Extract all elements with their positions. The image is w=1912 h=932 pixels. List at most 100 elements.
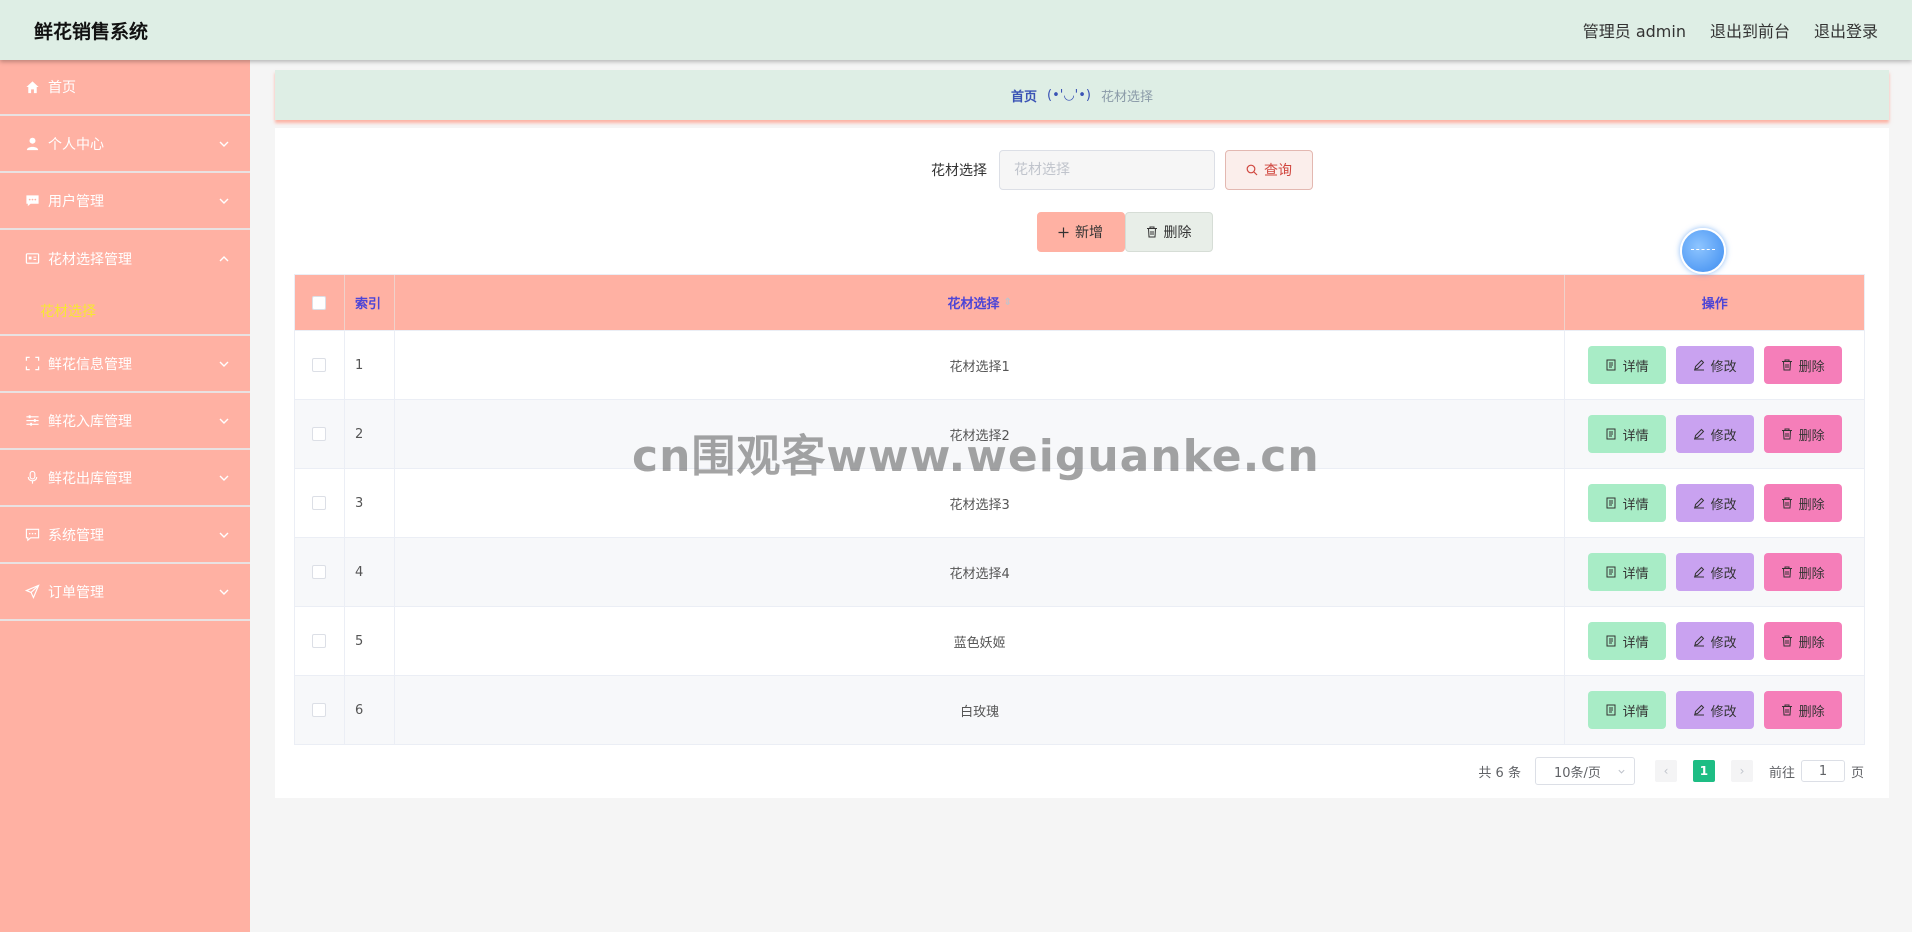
search-icon [1246,164,1258,176]
detail-button[interactable]: 详情 [1587,553,1666,591]
column-header-name[interactable]: 花材选择 ⇕ [395,275,1566,330]
detail-button[interactable]: 详情 [1587,346,1666,384]
row-index: 2 [345,400,395,468]
floating-assistant-button[interactable] [1680,228,1726,274]
add-button[interactable]: 新增 [1036,212,1125,252]
sidebar-item-label: 鲜花出库管理 [48,470,132,487]
card-icon [24,251,40,267]
edit-icon [1693,566,1704,578]
sidebar-item-label: 首页 [48,80,76,96]
microphone-icon [24,470,40,486]
batch-delete-button-label: 删除 [1163,225,1192,241]
trash-icon [1146,226,1157,238]
sidebar-subitem-flower-material[interactable]: 花材选择 [0,287,250,336]
sidebar-item-label: 花材选择管理 [48,251,132,268]
chevron-down-icon [219,589,229,595]
detail-button-label: 详情 [1622,428,1649,444]
goto-label: 前往 [1768,765,1795,781]
pagination: 共 6 条 10条/页 ‹ 1 › 前往 页 [1478,756,1864,786]
table-row: 2 花材选择2 详情 修改 删除 [295,399,1864,468]
edit-button[interactable]: 修改 [1675,622,1754,660]
detail-button-label: 详情 [1622,497,1649,513]
sort-icon[interactable]: ⇕ [1003,297,1011,308]
delete-button-label: 删除 [1798,704,1825,720]
row-name: 花材选择3 [395,469,1566,537]
plus-icon [1058,227,1069,237]
chevron-down-icon [219,361,229,367]
document-icon [1606,566,1616,578]
sidebar-item-personal-center[interactable]: 个人中心 [0,116,250,173]
row-checkbox-cell [295,538,345,606]
row-checkbox-cell [295,676,345,744]
sidebar: 首页 个人中心 用户管理 花材选择管理 花材选择 鲜花信息管理 鲜花入库管理 鲜… [0,60,250,932]
chat-icon [24,527,40,543]
row-index: 5 [345,607,395,675]
next-page-button[interactable]: › [1730,760,1753,782]
detail-button[interactable]: 详情 [1587,691,1666,729]
trash-icon [1781,428,1792,440]
delete-button[interactable]: 删除 [1763,691,1842,729]
edit-button[interactable]: 修改 [1675,415,1754,453]
document-icon [1606,635,1616,647]
detail-button[interactable]: 详情 [1587,622,1666,660]
search-button[interactable]: 查询 [1225,150,1313,190]
sidebar-item-flower-stock-out[interactable]: 鲜花出库管理 [0,450,250,507]
delete-button[interactable]: 删除 [1763,622,1842,660]
sidebar-item-label: 订单管理 [48,584,104,601]
row-actions: 详情 修改 删除 [1565,538,1864,606]
goto-page-input[interactable] [1800,760,1845,782]
row-checkbox-cell [295,469,345,537]
batch-delete-button[interactable]: 删除 [1124,212,1213,252]
sidebar-item-flower-info-management[interactable]: 鲜花信息管理 [0,336,250,393]
delete-button-label: 删除 [1798,635,1825,651]
detail-button[interactable]: 详情 [1587,484,1666,522]
user-icon [24,136,40,152]
select-all-checkbox[interactable] [312,295,327,310]
sidebar-item-flower-stock-in[interactable]: 鲜花入库管理 [0,393,250,450]
edit-button[interactable]: 修改 [1675,484,1754,522]
prev-page-button[interactable]: ‹ [1654,760,1677,782]
row-checkbox[interactable] [312,496,327,510]
sidebar-item-system-management[interactable]: 系统管理 [0,507,250,564]
search-bar: 花材选择 查询 [275,150,1889,190]
row-checkbox[interactable] [312,634,327,648]
table-row: 4 花材选择4 详情 修改 删除 [295,537,1864,606]
sidebar-item-flower-material-management[interactable]: 花材选择管理 [0,230,250,287]
row-name: 花材选择1 [395,331,1566,399]
detail-button-label: 详情 [1622,635,1649,651]
row-checkbox[interactable] [312,565,327,579]
edit-button[interactable]: 修改 [1675,553,1754,591]
sidebar-item-user-management[interactable]: 用户管理 [0,173,250,230]
action-bar: 新增 删除 [275,212,1889,252]
home-icon [24,79,40,95]
page-size-select[interactable]: 10条/页 [1534,757,1635,785]
row-checkbox-cell [295,400,345,468]
send-icon [24,584,40,600]
trash-icon [1781,497,1792,509]
breadcrumb-home[interactable]: 首页 [1011,86,1037,105]
detail-button[interactable]: 详情 [1587,415,1666,453]
row-checkbox[interactable] [312,427,327,441]
edit-button[interactable]: 修改 [1675,346,1754,384]
sidebar-item-home[interactable]: 首页 [0,60,250,116]
sidebar-item-order-management[interactable]: 订单管理 [0,564,250,621]
search-label: 花材选择 [931,163,987,179]
delete-button[interactable]: 删除 [1763,553,1842,591]
row-checkbox[interactable] [312,358,327,372]
delete-button[interactable]: 删除 [1763,415,1842,453]
delete-button[interactable]: 删除 [1763,484,1842,522]
sliders-icon [24,413,40,429]
trash-icon [1781,566,1792,578]
edit-button[interactable]: 修改 [1675,691,1754,729]
row-checkbox-cell [295,331,345,399]
delete-button[interactable]: 删除 [1763,346,1842,384]
breadcrumb-separator: (•'◡'•) [1047,87,1091,103]
exit-to-front-link[interactable]: 退出到前台 [1710,18,1790,42]
row-checkbox[interactable] [312,703,327,717]
chevron-down-icon [219,418,229,424]
logout-link[interactable]: 退出登录 [1814,18,1878,42]
table-row: 3 花材选择3 详情 修改 删除 [295,468,1864,537]
row-checkbox-cell [295,607,345,675]
page-number-current[interactable]: 1 [1692,760,1715,782]
search-input[interactable] [999,150,1215,190]
